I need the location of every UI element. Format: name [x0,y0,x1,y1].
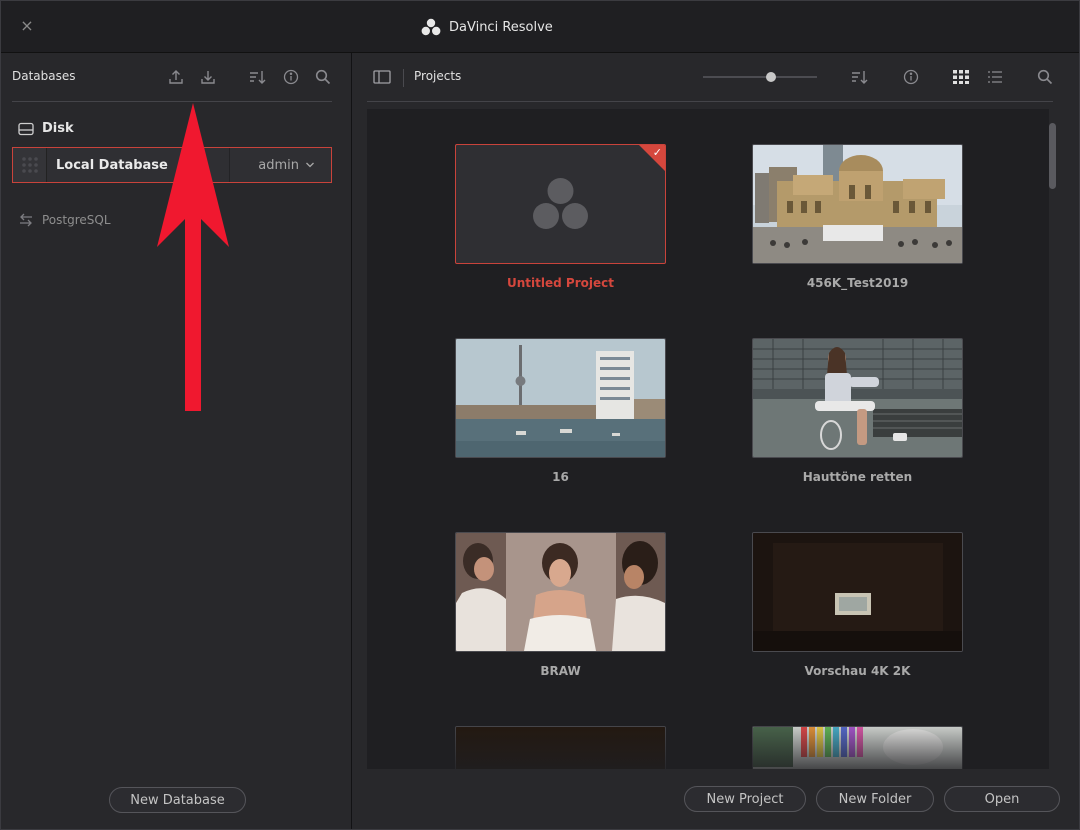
search-icon[interactable] [314,68,332,86]
project-manager-window: × DaVinci Resolve Databases Disk Local D… [0,0,1080,830]
projects-panel: Projects ✓ Untitled Project 456K_Test201… [353,53,1079,829]
projects-grid: ✓ Untitled Project 456K_Test2019 16 Haut… [367,109,1049,769]
chevron-down-icon [306,162,314,168]
davinci-logo-icon [533,178,588,229]
thumbnail-size-slider[interactable] [703,72,817,82]
sort-icon[interactable] [249,68,267,86]
user-name: admin [258,157,299,173]
annotation-arrow [157,103,229,411]
building-photo-image [753,145,962,263]
new-folder-button[interactable]: New Folder [816,786,934,812]
connect-arrows-icon [20,213,32,227]
bridal-photo-image [456,533,665,651]
dark-room-image [753,533,962,651]
app-title: DaVinci Resolve [449,19,553,35]
project-name: BRAW [540,664,581,678]
disk-section: Disk [18,121,74,136]
open-button[interactable]: Open [944,786,1060,812]
project-name: Untitled Project [507,276,614,290]
new-project-button[interactable]: New Project [684,786,806,812]
project-name: Vorschau 4K 2K [804,664,911,678]
sort-icon[interactable] [851,68,869,86]
project-thumbnail[interactable]: ✓ [455,144,666,264]
project-tile[interactable]: ✓ Untitled Project [455,144,666,290]
check-icon: ✓ [652,146,662,159]
project-thumbnail[interactable] [752,144,963,264]
city-river-image [456,339,665,457]
disk-label: Disk [42,121,74,136]
disk-icon [18,122,34,135]
postgresql-item[interactable]: PostgreSQL [18,213,111,227]
project-tile[interactable]: 456K_Test2019 [752,144,963,290]
project-name: 456K_Test2019 [806,276,909,290]
info-icon[interactable] [282,68,300,86]
drag-handle-icon[interactable] [13,148,47,182]
vertical-scrollbar[interactable] [1049,123,1056,189]
project-thumbnail[interactable] [455,338,666,458]
davinci-logo-icon [421,18,441,36]
grid-fade [367,719,1049,769]
search-icon[interactable] [1036,68,1054,86]
header-separator [403,69,404,87]
info-icon[interactable] [902,68,920,86]
user-dropdown[interactable]: admin [229,148,331,182]
window-title: DaVinci Resolve [421,16,553,38]
upload-icon[interactable] [167,68,185,86]
project-tile[interactable]: BRAW [455,532,666,678]
project-thumbnail[interactable] [752,338,963,458]
header-divider [367,101,1053,102]
databases-header: Databases [1,53,352,101]
sidebar-toggle-icon[interactable] [373,68,391,86]
tennis-court-photo-image [753,339,962,457]
title-bar: × DaVinci Resolve [1,1,1079,53]
list-view-icon[interactable] [986,68,1004,86]
project-name: Hauttöne retten [802,470,913,484]
project-tile[interactable]: Hauttöne retten [752,338,963,484]
slider-handle[interactable] [766,72,777,82]
project-tile[interactable]: Vorschau 4K 2K [752,532,963,678]
project-tile[interactable]: 16 [455,338,666,484]
project-thumbnail[interactable] [455,532,666,652]
project-thumbnail[interactable] [752,532,963,652]
new-database-button[interactable]: New Database [109,787,246,813]
databases-title: Databases [12,69,76,83]
grid-view-icon[interactable] [952,68,970,86]
postgresql-label: PostgreSQL [42,213,111,227]
project-name: 16 [552,470,569,484]
projects-title: Projects [414,69,462,83]
close-icon[interactable]: × [17,15,37,37]
download-icon[interactable] [199,68,217,86]
